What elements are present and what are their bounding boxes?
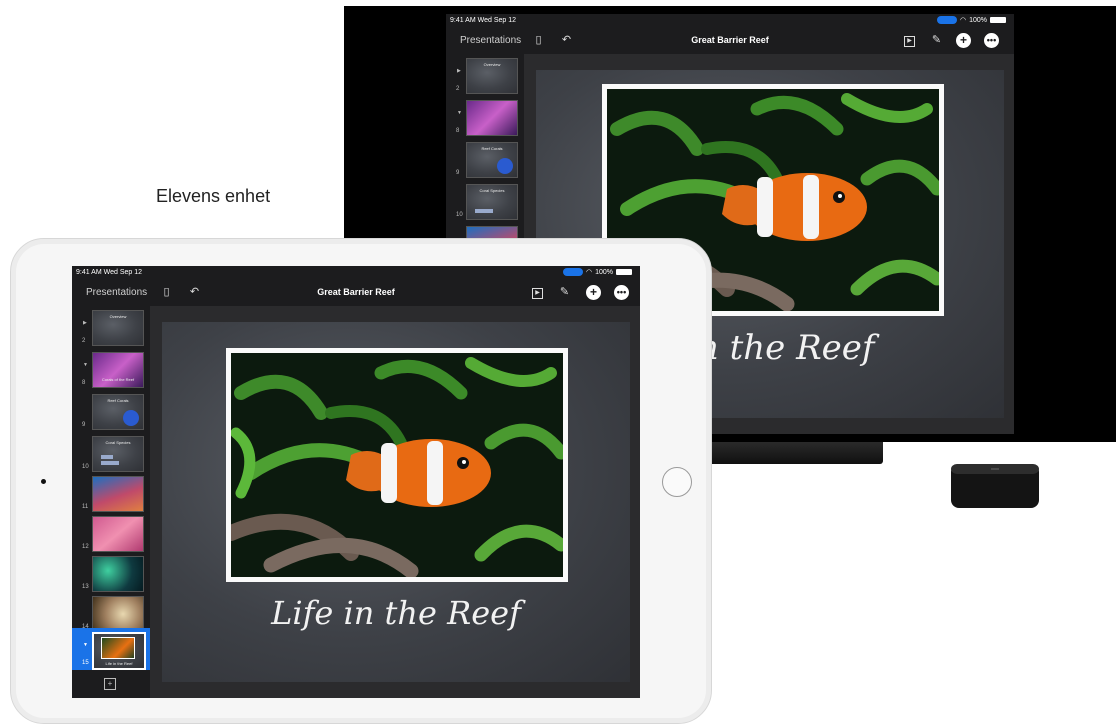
thumb-slide-8[interactable]: ▼ Corals of the Reef 8 <box>78 348 148 388</box>
toolbar: Presentations ▯ ↶ Great Barrier Reef ▶ ✎… <box>72 280 640 306</box>
add-slide-button[interactable]: + <box>104 678 116 690</box>
pen-icon[interactable]: ✎ <box>558 286 571 299</box>
pen-icon[interactable]: ✎ <box>930 34 943 47</box>
tv-status-time: 9:41 AM Wed Sep 12 <box>450 17 517 24</box>
airplay-icon <box>936 16 957 24</box>
tv-battery-text: 100% <box>969 16 987 24</box>
ipad-keynote-ui: 9:41 AM Wed Sep 12 ◠ 100% Presentations … <box>72 266 640 698</box>
more-icon[interactable]: ••• <box>984 33 999 48</box>
document-title: Great Barrier Reef <box>317 287 395 297</box>
tv-status-bar: 9:41 AM Wed Sep 12 ◠ 100% <box>446 14 1014 28</box>
tv-thumb-8[interactable]: ▼ 8 <box>452 96 522 136</box>
ipad-home-button[interactable] <box>662 467 692 497</box>
ipad-screen: 9:41 AM Wed Sep 12 ◠ 100% Presentations … <box>72 266 640 698</box>
thumb-slide-14[interactable]: 14 <box>78 592 148 632</box>
current-slide: Life in the Reef <box>162 322 630 682</box>
wifi-icon: ◠ <box>959 17 967 24</box>
ipad-camera <box>41 479 46 484</box>
play-icon[interactable]: ▶ <box>904 36 915 47</box>
airplay-icon <box>562 268 583 276</box>
play-icon[interactable]: ▶ <box>532 288 543 299</box>
slide-canvas: Life in the Reef <box>150 306 640 698</box>
battery-icon <box>616 269 632 275</box>
slide-photo-frame <box>226 348 568 582</box>
tv-toolbar: Presentations ▯ ↶ Great Barrier Reef ▶ ✎… <box>446 28 1014 54</box>
tv-thumb-9[interactable]: Reef Corals 9 <box>452 138 522 178</box>
thumb-slide-9[interactable]: Reef Corals 9 <box>78 390 148 430</box>
battery-icon <box>990 17 1006 23</box>
more-icon[interactable]: ••• <box>614 285 629 300</box>
add-icon[interactable]: + <box>956 33 971 48</box>
thumb-slide-2[interactable]: ▶ Overview 2 <box>78 306 148 346</box>
slide-navigator: ▶ Overview 2 ▼ Corals of the Reef 8 Reef… <box>72 306 150 698</box>
thumb-slide-15[interactable]: ▼ Life in the Reef 15 <box>78 628 148 670</box>
tv-document-title: Great Barrier Reef <box>691 35 769 45</box>
device-caption: Elevens enhet <box>156 186 271 206</box>
thumb-slide-11[interactable]: 11 <box>78 472 148 512</box>
tv-thumb-2[interactable]: ▶ Overview 2 <box>452 54 522 94</box>
slide-title: Life in the Reef <box>271 594 521 632</box>
add-icon[interactable]: + <box>586 285 601 300</box>
apple-tv-box <box>951 464 1039 508</box>
tv-slide-title: in the Reef <box>686 328 875 368</box>
status-time: 9:41 AM Wed Sep 12 <box>76 269 143 276</box>
battery-text: 100% <box>595 268 613 276</box>
clownfish-photo <box>231 353 563 577</box>
thumb-slide-13[interactable]: 13 <box>78 552 148 592</box>
tv-thumb-10[interactable]: Coral Species 10 <box>452 180 522 220</box>
wifi-icon: ◠ <box>585 269 593 276</box>
thumb-slide-12[interactable]: 12 <box>78 512 148 552</box>
thumb-slide-10[interactable]: Coral Species 10 <box>78 432 148 472</box>
status-bar: 9:41 AM Wed Sep 12 ◠ 100% <box>72 266 640 280</box>
